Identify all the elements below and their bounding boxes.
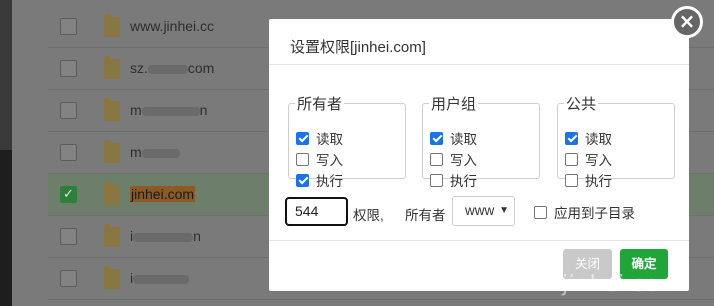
- file-name[interactable]: in: [130, 228, 201, 244]
- close-icon[interactable]: ×: [671, 6, 703, 38]
- owner-label: 所有者: [405, 208, 446, 223]
- row-checkbox[interactable]: [60, 228, 77, 245]
- public-group: 公共 读取 写入 执行: [557, 93, 675, 189]
- file-name[interactable]: sz. com: [130, 60, 214, 76]
- redacted-text: [133, 274, 190, 284]
- file-name[interactable]: jinhei.com: [130, 186, 196, 202]
- permission-dialog: 设置权限[jinhei.com] 所有者 读取 写入 执行 用户组 读取 写入 …: [269, 19, 689, 291]
- public-exec-checkbox[interactable]: 执行: [565, 171, 612, 189]
- file-name[interactable]: www.jinhei.cc: [130, 18, 214, 34]
- folder-icon: [104, 56, 120, 79]
- row-checkbox[interactable]: [60, 270, 77, 287]
- owner-read-checkbox[interactable]: 读取: [296, 129, 343, 147]
- permission-number-input[interactable]: 544: [285, 197, 348, 226]
- group-exec-checkbox[interactable]: 执行: [430, 171, 477, 189]
- folder-icon: [104, 182, 120, 205]
- owner-exec-checkbox[interactable]: 执行: [296, 171, 343, 189]
- group-legend: 所有者: [297, 96, 343, 113]
- folder-icon: [104, 224, 120, 247]
- dialog-title: 设置权限[jinhei.com]: [269, 19, 689, 65]
- row-checkbox[interactable]: [60, 144, 77, 161]
- owner-group: 所有者 读取 写入 执行: [288, 93, 406, 189]
- row-checkbox[interactable]: [60, 18, 77, 35]
- owner-select[interactable]: www ▼: [452, 196, 515, 226]
- file-name[interactable]: m: [130, 144, 180, 160]
- folder-icon: [104, 140, 120, 163]
- chevron-down-icon: ▼: [499, 205, 509, 216]
- watermark: jinhei.com: [562, 272, 681, 297]
- row-checkbox[interactable]: [60, 60, 77, 77]
- folder-icon: [104, 266, 120, 289]
- group-write-checkbox[interactable]: 写入: [430, 150, 477, 168]
- group-legend: 用户组: [431, 96, 477, 113]
- owner-write-checkbox[interactable]: 写入: [296, 150, 343, 168]
- folder-icon: [104, 98, 120, 121]
- redacted-text: [147, 64, 188, 74]
- redacted-text: [133, 232, 194, 242]
- public-read-checkbox[interactable]: 读取: [565, 129, 612, 147]
- redacted-text: [141, 106, 200, 116]
- row-checkbox-checked[interactable]: ✓: [60, 186, 77, 203]
- permission-label: 权限,: [353, 208, 384, 223]
- row-checkbox[interactable]: [60, 102, 77, 119]
- group-group: 用户组 读取 写入 执行: [422, 93, 540, 189]
- redacted-text: [141, 148, 180, 158]
- group-legend: 公共: [566, 96, 597, 113]
- screen: www.jinhei.cc sz. com mn m ✓ jinhei.com i…: [0, 0, 714, 306]
- file-name[interactable]: i: [130, 270, 190, 286]
- file-name[interactable]: mn: [130, 102, 207, 118]
- folder-icon: [104, 14, 120, 37]
- left-panel: [0, 0, 12, 306]
- public-write-checkbox[interactable]: 写入: [565, 150, 612, 168]
- apply-subdirs-checkbox[interactable]: 应用到子目录: [534, 202, 635, 222]
- group-read-checkbox[interactable]: 读取: [430, 129, 477, 147]
- divider: [269, 240, 689, 241]
